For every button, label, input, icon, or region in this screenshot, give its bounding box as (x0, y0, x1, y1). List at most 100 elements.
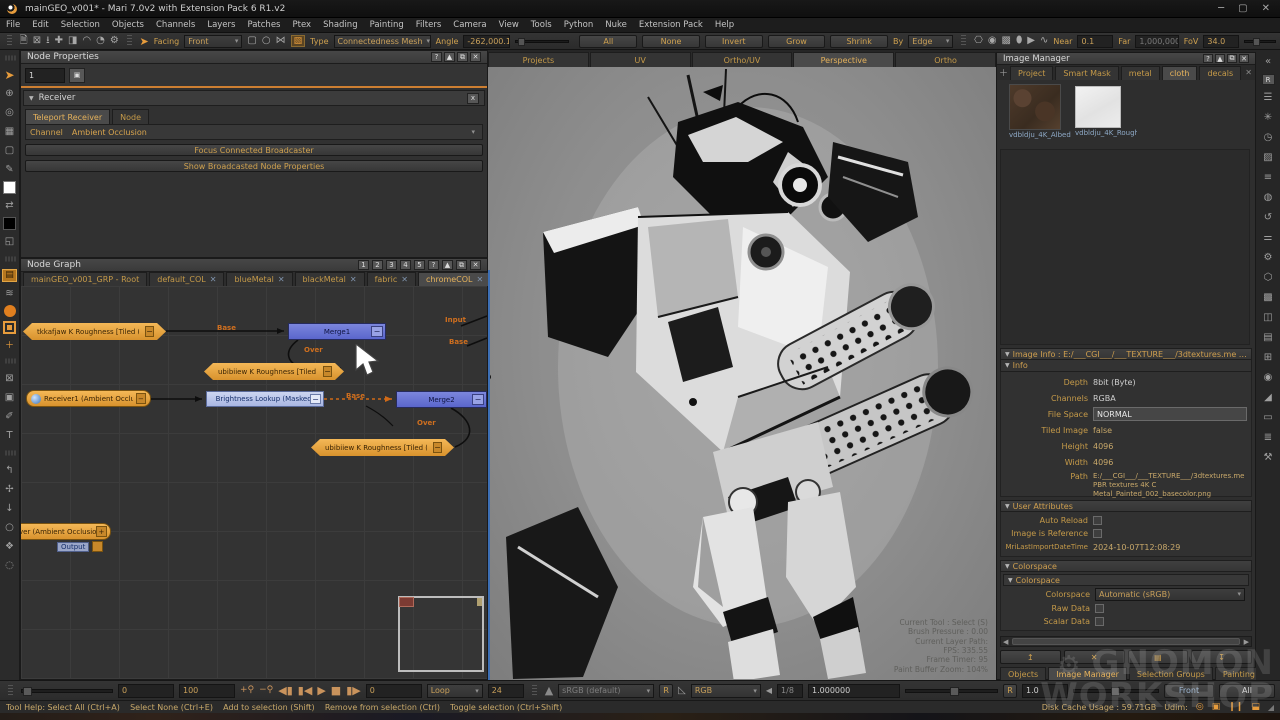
fov-slider[interactable] (1244, 40, 1276, 43)
fps-field[interactable]: 24 (488, 684, 524, 698)
gradient-ramp-icon[interactable]: ◺ (678, 685, 686, 696)
bottom-tab-image-manager[interactable]: Image Manager (1048, 667, 1127, 681)
zoom-add-icon[interactable]: ⊕ (1, 86, 19, 101)
import-icon[interactable]: ⭳ (46, 36, 50, 46)
select-cursor-icon[interactable]: ➤ (140, 35, 149, 48)
wireframe-cube-icon[interactable]: ⎔ (974, 36, 983, 46)
collapse-icon[interactable]: ▲ (444, 52, 455, 62)
angle-slider[interactable] (515, 40, 569, 43)
auto-reload-checkbox[interactable] (1093, 516, 1102, 525)
tools-grip-3[interactable] (4, 359, 16, 364)
menu-help[interactable]: Help (715, 20, 734, 30)
info-subheader[interactable]: ▼Info (1000, 360, 1252, 372)
timeline-slider[interactable] (21, 689, 113, 693)
help-icon[interactable]: ? (428, 260, 439, 270)
playbar-grip-2[interactable] (532, 685, 537, 697)
loop-dropdown[interactable]: Loop▾ (427, 684, 483, 698)
select-all-button[interactable]: All (579, 35, 637, 48)
resize-grip-icon[interactable]: ◢ (1268, 703, 1274, 712)
remove-keyframe-icon[interactable]: −⚲ (259, 686, 273, 695)
foreground-color-swatch[interactable] (3, 181, 16, 194)
mech-model[interactable] (488, 67, 993, 679)
menu-shading[interactable]: Shading (323, 20, 358, 30)
select-none-button[interactable]: None (642, 35, 700, 48)
settings-gear-icon[interactable]: ⚙ (110, 36, 119, 46)
menu-ptex[interactable]: Ptex (292, 20, 311, 30)
channel-dropdown-playbar[interactable]: RGB▾ (691, 684, 761, 698)
history-clock-icon[interactable]: ◷ (1259, 130, 1277, 145)
status-channels-icon[interactable]: ❙❙ (1228, 702, 1243, 712)
matcap-icon[interactable]: ⬮ (1016, 36, 1022, 46)
close-panel-icon[interactable]: ✕ (470, 260, 481, 270)
viewport-tab-perspective[interactable]: Perspective (793, 52, 894, 67)
node-brightness-lookup[interactable]: Brightness Lookup (Masked)− (206, 391, 324, 407)
wrench-icon[interactable]: ⚒ (1259, 450, 1277, 465)
status-export-icon[interactable]: ▣ (1212, 702, 1221, 712)
photo-icon[interactable]: ▨ (1259, 150, 1277, 165)
soft-select-icon[interactable]: ◌ (1, 558, 19, 573)
play-icon[interactable]: ▶ (317, 685, 325, 696)
status-target-icon[interactable]: ◎ (1196, 702, 1204, 712)
by-dropdown[interactable]: Edge▾ (908, 35, 953, 48)
close-panel-icon[interactable]: ✕ (1239, 54, 1249, 63)
im-tab-metal[interactable]: metal (1121, 66, 1160, 80)
select-tool-icon[interactable]: ➤ (4, 68, 14, 82)
viewport-tab-uv[interactable]: UV (590, 52, 691, 67)
tab-node[interactable]: Node (112, 109, 149, 124)
close-icon[interactable]: ✕ (1262, 4, 1270, 14)
collapse-icon[interactable]: ▲ (442, 260, 453, 270)
collapse-node-icon[interactable]: − (433, 442, 442, 453)
step-forward-icon[interactable]: ▮▶ (346, 685, 361, 696)
im-tab-smart-mask[interactable]: Smart Mask (1055, 66, 1118, 80)
current-frame-field[interactable]: 0 (366, 684, 422, 698)
collapse-node-icon[interactable]: − (371, 326, 383, 337)
fov-field[interactable]: 34.0 (1203, 35, 1239, 48)
maximize-icon[interactable]: ▢ (1238, 4, 1247, 14)
graph-tab-root[interactable]: mainGEO_v001_GRP - Root (23, 272, 147, 286)
lasso-icon[interactable]: ○ (262, 36, 271, 46)
node-roughness-3[interactable]: ubibiiew K Roughness [Tiled (Extended)]1… (311, 439, 454, 456)
float-icon[interactable]: ⧉ (457, 52, 468, 62)
mip-spin-icon[interactable]: ◀ (766, 686, 772, 695)
collapse-node-icon[interactable]: − (472, 394, 484, 405)
remove-image-button[interactable]: ✕ (1064, 650, 1125, 664)
circle-tool-icon[interactable]: ○ (1, 520, 19, 535)
collapse-node-icon[interactable]: − (310, 394, 321, 404)
color-triangle-icon[interactable]: ▲ (545, 684, 553, 697)
undo-warp-icon[interactable]: ↰ (1, 463, 19, 478)
collapse-panel-icon[interactable]: « (1259, 54, 1277, 69)
flat-shade-icon[interactable]: ▶ (1027, 36, 1035, 46)
clear-patch-icon[interactable]: ⊠ (1, 371, 19, 386)
menu-painting[interactable]: Painting (370, 20, 404, 30)
select-grow-button[interactable]: Grow (768, 35, 826, 48)
float-icon[interactable]: ⧉ (1227, 54, 1237, 63)
tools-grip[interactable] (4, 56, 16, 61)
menu-tools[interactable]: Tools (531, 20, 552, 30)
viewport-tab-ortho[interactable]: Ortho (895, 52, 996, 67)
node-receiver1[interactable]: Receiver1 (Ambient Occlusion) − (26, 390, 151, 407)
scroll-left-icon[interactable]: ◀ (1001, 638, 1010, 646)
colorspace-subheader[interactable]: ▼Colorspace (1003, 574, 1249, 586)
frame-icon[interactable]: ▭ (1259, 410, 1277, 425)
view-colorspace-dropdown[interactable]: sRGB (default)▾ (558, 684, 654, 698)
user-attributes-header[interactable]: ▼User Attributes (1000, 500, 1252, 512)
collapse-node-icon[interactable]: − (323, 366, 332, 377)
toolbar-grip-3[interactable] (961, 35, 966, 47)
graph-view-5-button[interactable]: 5 (414, 260, 425, 270)
gauge-icon[interactable]: ◠ (82, 36, 91, 46)
tools-grip-2[interactable] (4, 257, 16, 262)
node-search-field[interactable]: 1 (25, 68, 65, 83)
go-start-icon[interactable]: ▮◀ (298, 685, 313, 696)
menu-file[interactable]: File (6, 20, 20, 30)
graph-view-3-button[interactable]: 3 (386, 260, 397, 270)
marquee-select-icon[interactable]: ▧ (291, 35, 306, 47)
menu-nuke[interactable]: Nuke (605, 20, 627, 30)
gizmo-tool-icon[interactable]: ❖ (1, 539, 19, 554)
stop-icon[interactable]: ■ (331, 685, 341, 696)
toolbar-grip-2[interactable] (127, 35, 132, 47)
pick-tool-icon[interactable]: ◎ (1, 105, 19, 120)
collapse-icon[interactable]: ▲ (1215, 54, 1225, 63)
graph-tab-default-col[interactable]: default_COL✕ (149, 272, 224, 286)
collapse-node-icon[interactable]: − (136, 393, 146, 404)
pin-panel-icon[interactable]: R (1262, 74, 1275, 85)
